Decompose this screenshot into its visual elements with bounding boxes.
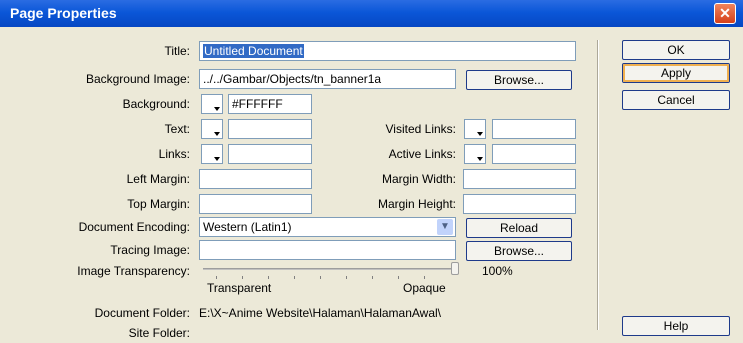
chevron-down-icon <box>214 107 220 111</box>
background-image-input[interactable]: ../../Gambar/Objects/tn_banner1a <box>199 69 456 89</box>
background-image-label: Background Image: <box>85 72 190 86</box>
document-folder-label: Document Folder: <box>94 306 190 320</box>
help-button[interactable]: Help <box>622 316 730 336</box>
top-margin-label: Top Margin: <box>127 197 190 211</box>
slider-tick <box>242 276 243 279</box>
left-margin-input[interactable] <box>199 169 312 189</box>
dialog-title: Page Properties <box>10 5 117 21</box>
slider-tick <box>294 276 295 279</box>
reload-button[interactable]: Reload <box>466 218 572 238</box>
slider-tick <box>424 276 425 279</box>
transparency-slider-track[interactable] <box>203 268 457 270</box>
visited-links-label: Visited Links: <box>385 122 456 136</box>
slider-tick <box>320 276 321 279</box>
chevron-down-icon <box>477 132 483 136</box>
transparency-percent: 100% <box>482 264 513 278</box>
document-folder-value: E:\X~Anime Website\Halaman\HalamanAwal\ <box>199 306 442 320</box>
transparency-slider-thumb[interactable] <box>451 262 459 275</box>
background-color-swatch[interactable] <box>201 94 223 114</box>
browse-tracing-button[interactable]: Browse... <box>466 241 572 261</box>
document-encoding-select[interactable]: Western (Latin1) ▼ <box>199 217 456 237</box>
top-margin-input[interactable] <box>199 194 312 214</box>
page-properties-dialog: Page Properties ✕ Title: Untitled Docume… <box>0 0 743 343</box>
tracing-image-input[interactable] <box>199 240 456 260</box>
transparency-max-label: Opaque <box>403 281 446 295</box>
margin-height-input[interactable] <box>463 194 576 214</box>
chevron-down-icon <box>477 157 483 161</box>
margin-width-label: Margin Width: <box>381 172 456 186</box>
chevron-down-icon[interactable]: ▼ <box>437 219 453 235</box>
slider-tick <box>398 276 399 279</box>
background-color-input[interactable]: #FFFFFF <box>228 94 312 114</box>
document-encoding-label: Document Encoding: <box>78 220 190 234</box>
slider-tick <box>216 276 217 279</box>
slider-tick <box>346 276 347 279</box>
close-icon[interactable]: ✕ <box>714 3 736 24</box>
vertical-divider <box>597 40 599 330</box>
title-label: Title: <box>164 44 190 58</box>
text-color-swatch[interactable] <box>201 119 223 139</box>
active-links-label: Active Links: <box>388 147 456 161</box>
slider-tick <box>372 276 373 279</box>
chevron-down-icon <box>214 132 220 136</box>
title-input[interactable]: Untitled Document <box>199 41 576 61</box>
slider-tick <box>268 276 269 279</box>
browse-background-button[interactable]: Browse... <box>466 70 572 90</box>
apply-button[interactable]: Apply <box>622 63 730 83</box>
transparency-min-label: Transparent <box>207 281 272 295</box>
links-label: Links: <box>158 147 190 161</box>
chevron-down-icon <box>214 157 220 161</box>
ok-button[interactable]: OK <box>622 40 730 60</box>
background-label: Background: <box>122 97 190 111</box>
visited-links-swatch[interactable] <box>464 119 486 139</box>
site-folder-label: Site Folder: <box>128 326 190 340</box>
document-encoding-value: Western (Latin1) <box>203 220 292 234</box>
title-bar[interactable]: Page Properties ✕ <box>0 0 743 27</box>
visited-links-input[interactable] <box>492 119 576 139</box>
text-label: Text: <box>164 122 190 136</box>
image-transparency-label: Image Transparency: <box>77 264 190 278</box>
cancel-button[interactable]: Cancel <box>622 90 730 110</box>
title-input-value: Untitled Document <box>203 44 304 58</box>
links-color-swatch[interactable] <box>201 144 223 164</box>
left-margin-label: Left Margin: <box>126 172 190 186</box>
active-links-input[interactable] <box>492 144 576 164</box>
margin-height-label: Margin Height: <box>377 197 456 211</box>
active-links-swatch[interactable] <box>464 144 486 164</box>
tracing-image-label: Tracing Image: <box>110 243 190 257</box>
margin-width-input[interactable] <box>463 169 576 189</box>
